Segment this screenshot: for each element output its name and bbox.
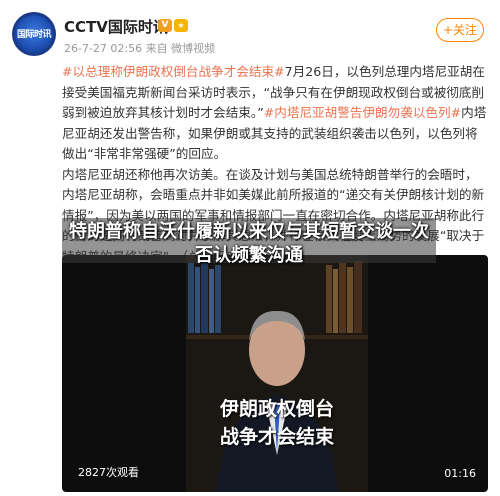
hashtag-link[interactable]: #内塔尼亚胡警告伊朗勿袭以色列# xyxy=(264,105,461,120)
video-caption-line2: 战争才会结束 xyxy=(219,426,334,448)
follow-button[interactable]: +关注 xyxy=(436,18,484,42)
view-count: 2827次观看 xyxy=(78,466,139,479)
post-header: 国际时讯 CCTV国际时讯 V ★ 26-7-27 02:56 来自 微博视频 … xyxy=(12,12,488,60)
verified-icon: V xyxy=(158,19,172,32)
account-name[interactable]: CCTV国际时讯 xyxy=(64,16,168,37)
hashtag-link[interactable]: #以总理称伊朗政权倒台战争才会结束# xyxy=(62,64,285,79)
avatar-logo-text: 国际时讯 xyxy=(16,30,52,40)
headline-overlay: 特朗普称自沃什履新以来仅与其短暂交谈一次 否认频繁沟通 xyxy=(69,221,429,266)
video-caption: 伊朗政权倒台 战争才会结束 xyxy=(186,395,368,451)
avatar[interactable]: 国际时讯 xyxy=(12,12,56,56)
video-duration: 01:16 xyxy=(444,467,476,480)
post-paragraph-1: #以总理称伊朗政权倒台战争才会结束#7月26日，以色列总理内塔尼亚胡在接受美国福… xyxy=(62,62,488,165)
video-player[interactable]: 伊朗政权倒台 战争才会结束 2827次观看 01:16 xyxy=(62,255,488,492)
video-caption-line1: 伊朗政权倒台 xyxy=(219,398,334,420)
vip-icon: ★ xyxy=(174,19,188,32)
post-meta: 26-7-27 02:56 来自 微博视频 xyxy=(64,42,216,55)
video-frame: 伊朗政权倒台 战争才会结束 xyxy=(186,255,368,492)
video-thumbnail-icon xyxy=(186,255,368,492)
